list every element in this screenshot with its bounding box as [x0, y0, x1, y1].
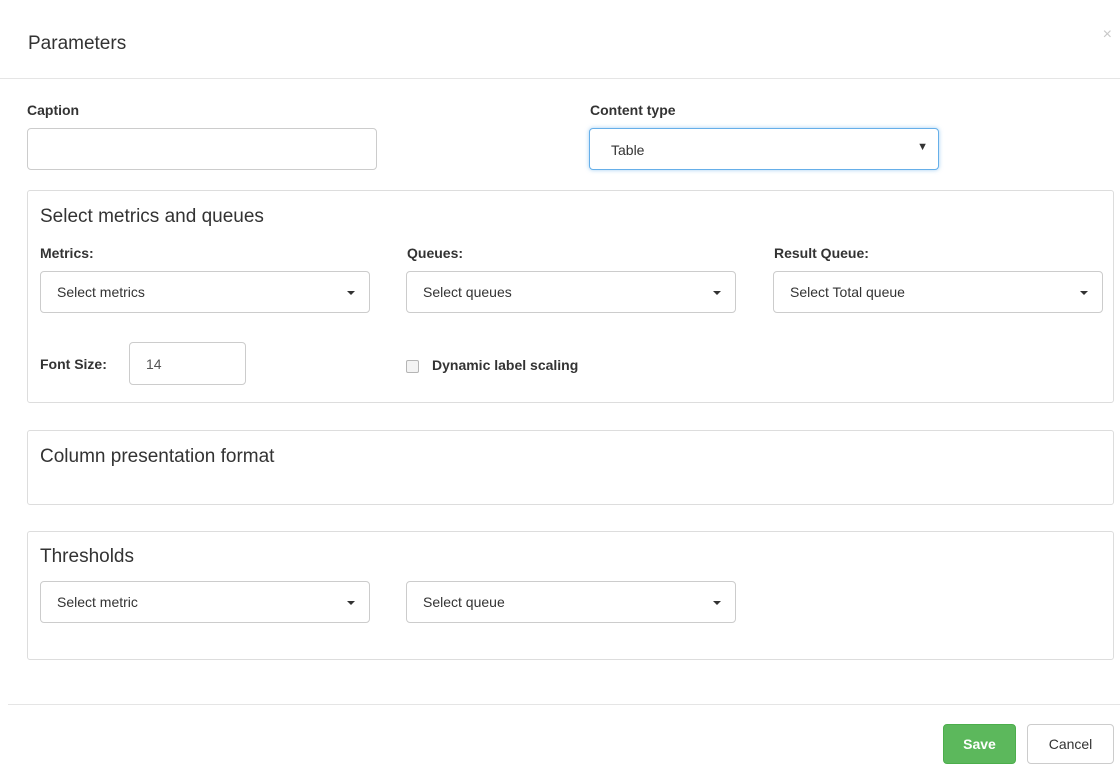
- thresholds-panel-title: Thresholds: [40, 546, 134, 567]
- result-queue-dropdown-value: Select Total queue: [790, 284, 905, 300]
- close-icon[interactable]: ×: [1103, 27, 1112, 43]
- metrics-label: Metrics:: [40, 245, 94, 261]
- dynamic-label-checkbox[interactable]: [406, 360, 419, 373]
- font-size-label: Font Size:: [40, 356, 107, 372]
- caption-label: Caption: [27, 102, 80, 118]
- result-queue-dropdown[interactable]: Select Total queue: [773, 271, 1103, 313]
- thresholds-panel: Thresholds Select metric Select queue: [27, 531, 1114, 660]
- metrics-dropdown-value: Select metrics: [57, 284, 145, 300]
- content-type-value: Table: [611, 142, 645, 158]
- chevron-down-icon: [347, 291, 355, 295]
- threshold-queue-value: Select queue: [423, 594, 505, 610]
- chevron-down-icon: [347, 601, 355, 605]
- caret-down-icon: ▼: [917, 141, 928, 153]
- metrics-dropdown[interactable]: Select metrics: [40, 271, 370, 313]
- threshold-metric-dropdown[interactable]: Select metric: [40, 581, 370, 623]
- chevron-down-icon: [1080, 291, 1088, 295]
- column-format-panel: Column presentation format: [27, 430, 1114, 505]
- queues-dropdown-value: Select queues: [423, 284, 512, 300]
- dynamic-label-text: Dynamic label scaling: [432, 357, 579, 373]
- result-queue-label: Result Queue:: [774, 245, 869, 261]
- threshold-metric-value: Select metric: [57, 594, 138, 610]
- metrics-panel-title: Select metrics and queues: [40, 206, 264, 227]
- chevron-down-icon: [713, 291, 721, 295]
- column-panel-title: Column presentation format: [40, 446, 275, 467]
- chevron-down-icon: [713, 601, 721, 605]
- save-button[interactable]: Save: [943, 724, 1016, 764]
- queues-dropdown[interactable]: Select queues: [406, 271, 736, 313]
- threshold-queue-dropdown[interactable]: Select queue: [406, 581, 736, 623]
- modal-title: Parameters: [28, 33, 127, 54]
- footer-divider: [8, 704, 1120, 705]
- cancel-button[interactable]: Cancel: [1027, 724, 1114, 764]
- queues-label: Queues:: [407, 245, 464, 261]
- modal-header: Parameters ×: [0, 0, 1120, 79]
- content-type-label: Content type: [590, 102, 676, 118]
- font-size-input[interactable]: [129, 342, 246, 385]
- caption-input[interactable]: [27, 128, 377, 170]
- metrics-queues-panel: Select metrics and queues Metrics: Selec…: [27, 190, 1114, 403]
- content-type-select[interactable]: Table ▼: [589, 128, 939, 170]
